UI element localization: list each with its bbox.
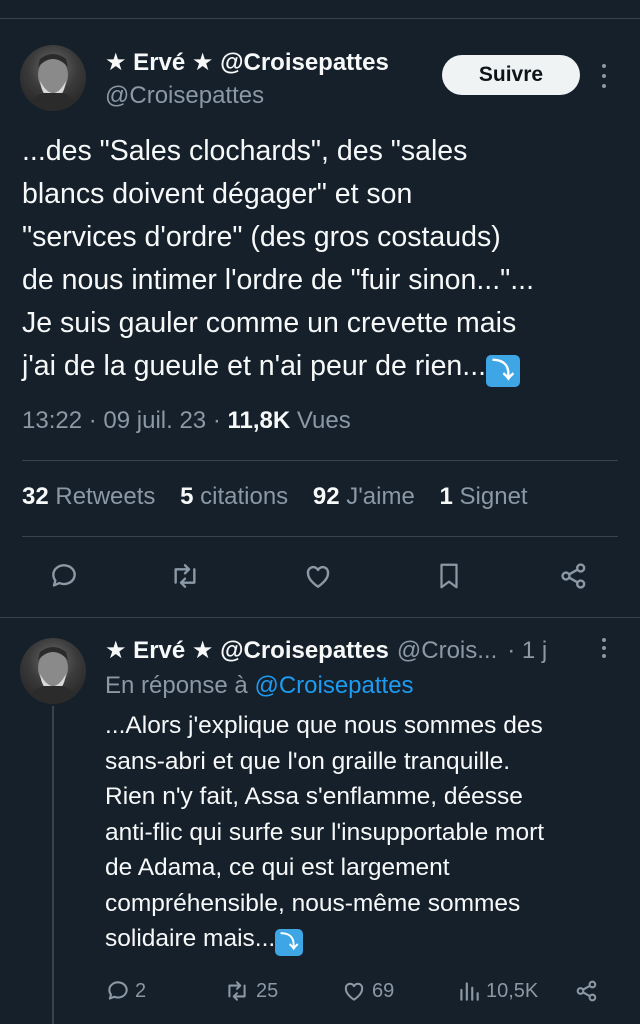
avatar-image [28, 647, 78, 704]
reply-button[interactable] [48, 560, 80, 592]
reply-share-button[interactable] [574, 978, 600, 1004]
retweet-icon [174, 564, 196, 588]
tweet-text-line: ...des "Sales clochards", des "sales [22, 135, 468, 167]
bookmark-button[interactable] [434, 560, 464, 592]
author-row: ★ Ervé ★ @Croisepattes [105, 48, 389, 77]
bookmarks-label: Signet [459, 483, 528, 510]
retweets-label: Retweets [55, 483, 156, 510]
tweet-text-line: de nous intimer l'ordre de "fuir sinon..… [22, 264, 534, 296]
follow-button[interactable]: Suivre [442, 55, 580, 95]
retweet-count: 25 [256, 979, 279, 1002]
likes-count: 92 [312, 483, 340, 510]
tweet-text-line-last: j'ai de la gueule et n'ai peur de rien..… [22, 345, 622, 388]
reply-text-line: solidaire mais... [105, 925, 276, 952]
reply-text-line-last: solidaire mais... ⤵ [105, 921, 625, 957]
reply-more-options-icon[interactable] [600, 638, 608, 658]
bookmark-icon [440, 563, 458, 589]
thread-line [52, 706, 54, 1024]
like-icon [344, 982, 364, 1001]
replying-to-handle[interactable]: @Croisepattes [254, 672, 413, 699]
tweet-text-line: j'ai de la gueule et n'ai peur de rien..… [22, 350, 487, 382]
reply-author-name[interactable]: ★ Ervé ★ @Croisepattes [105, 636, 389, 665]
reply-actions: 2 25 69 10,5K [0, 978, 640, 1008]
reply-text-line: ...Alors j'explique que nous sommes des [105, 712, 543, 739]
reply-count: 2 [135, 979, 147, 1002]
tweet-text: ...des "Sales clochards", des "sales bla… [22, 130, 622, 388]
reply-text-line: anti-flic qui surfe sur l'insupportable … [105, 818, 545, 846]
reply-text-line: compréhensible, nous-même sommes [105, 889, 521, 917]
reply-age[interactable]: · 1 j [507, 637, 547, 665]
reply-text: ...Alors j'explique que nous sommes des … [105, 708, 625, 957]
replying-to-label: En réponse à [105, 672, 248, 699]
share-icon [576, 980, 597, 1002]
reply-reply-button[interactable]: 2 [105, 978, 146, 1004]
author-handle-row: @Croisepattes [105, 82, 264, 110]
more-options-icon[interactable] [600, 64, 608, 88]
like-button[interactable] [302, 560, 334, 592]
retweet-button[interactable] [168, 560, 202, 592]
tweet-time[interactable]: 13:22 [22, 407, 82, 434]
views-icon [460, 982, 479, 1001]
views-label: Vues [296, 407, 351, 434]
bookmarks-count: 1 [439, 483, 453, 510]
meta-separator: · [88, 407, 104, 434]
meta-separator: · [212, 407, 228, 434]
reply-text-line: Rien n'y fait, Assa s'enflamme, déesse [105, 783, 523, 810]
reply-like-button[interactable]: 69 [340, 978, 394, 1004]
top-divider [0, 18, 640, 19]
share-button[interactable] [558, 560, 590, 592]
views-count: 11,8K [227, 407, 291, 434]
author-handle[interactable]: @Croisepattes [105, 82, 264, 110]
divider [0, 617, 640, 618]
retweets-stat[interactable]: 32 Retweets [22, 483, 155, 510]
tweet-text-line: Je suis gauler comme un crevette mais [22, 307, 517, 339]
tweet-text-line: "services d'ordre" (des gros costauds) [22, 221, 501, 253]
retweet-icon [228, 981, 246, 1001]
like-count: 69 [372, 979, 395, 1002]
share-icon [561, 563, 586, 589]
replying-to: En réponse à @Croisepattes [105, 672, 414, 700]
divider [22, 536, 618, 537]
like-icon [306, 565, 330, 588]
likes-stat[interactable]: 92 J'aime [313, 483, 415, 510]
likes-label: J'aime [346, 483, 415, 510]
tweet-text-line: blancs doivent dégager" et son [22, 178, 413, 210]
reply-icon [52, 564, 76, 587]
reply-author-handle[interactable]: @Crois... [397, 637, 497, 665]
avatar-image [28, 54, 78, 111]
divider [22, 460, 618, 461]
retweets-count: 32 [22, 483, 49, 510]
bookmarks-stat[interactable]: 1 Signet [440, 483, 528, 510]
reply-icon [108, 981, 128, 1000]
avatar[interactable] [20, 45, 86, 111]
arrow-down-emoji-icon: ⤵ [275, 929, 304, 956]
reply-author-row: ★ Ervé ★ @Croisepattes @Crois... · 1 j [105, 636, 547, 665]
tweet-date[interactable]: 09 juil. 23 [103, 407, 206, 434]
arrow-down-emoji-icon: ⤵ [486, 355, 521, 387]
reply-text-line: sans-abri et que l'on graille tranquille… [105, 747, 511, 775]
quotes-count: 5 [180, 483, 194, 510]
engagement-stats: 32 Retweets 5 citations 92 J'aime 1 Sign… [22, 483, 528, 511]
tweet-meta: 13:22 · 09 juil. 23 · 11,8K Vues [22, 407, 351, 435]
quotes-stat[interactable]: 5 citations [180, 483, 288, 510]
quotes-label: citations [200, 483, 289, 510]
author-name[interactable]: ★ Ervé ★ @Croisepattes [105, 48, 389, 77]
tweet-actions [0, 558, 640, 594]
views-count: 10,5K [486, 979, 539, 1002]
reply-retweet-button[interactable]: 25 [222, 978, 278, 1004]
reply-text-line: de Adama, ce qui est largement [105, 854, 450, 881]
reply-avatar[interactable] [20, 638, 86, 704]
reply-views-button[interactable]: 10,5K [456, 978, 538, 1004]
